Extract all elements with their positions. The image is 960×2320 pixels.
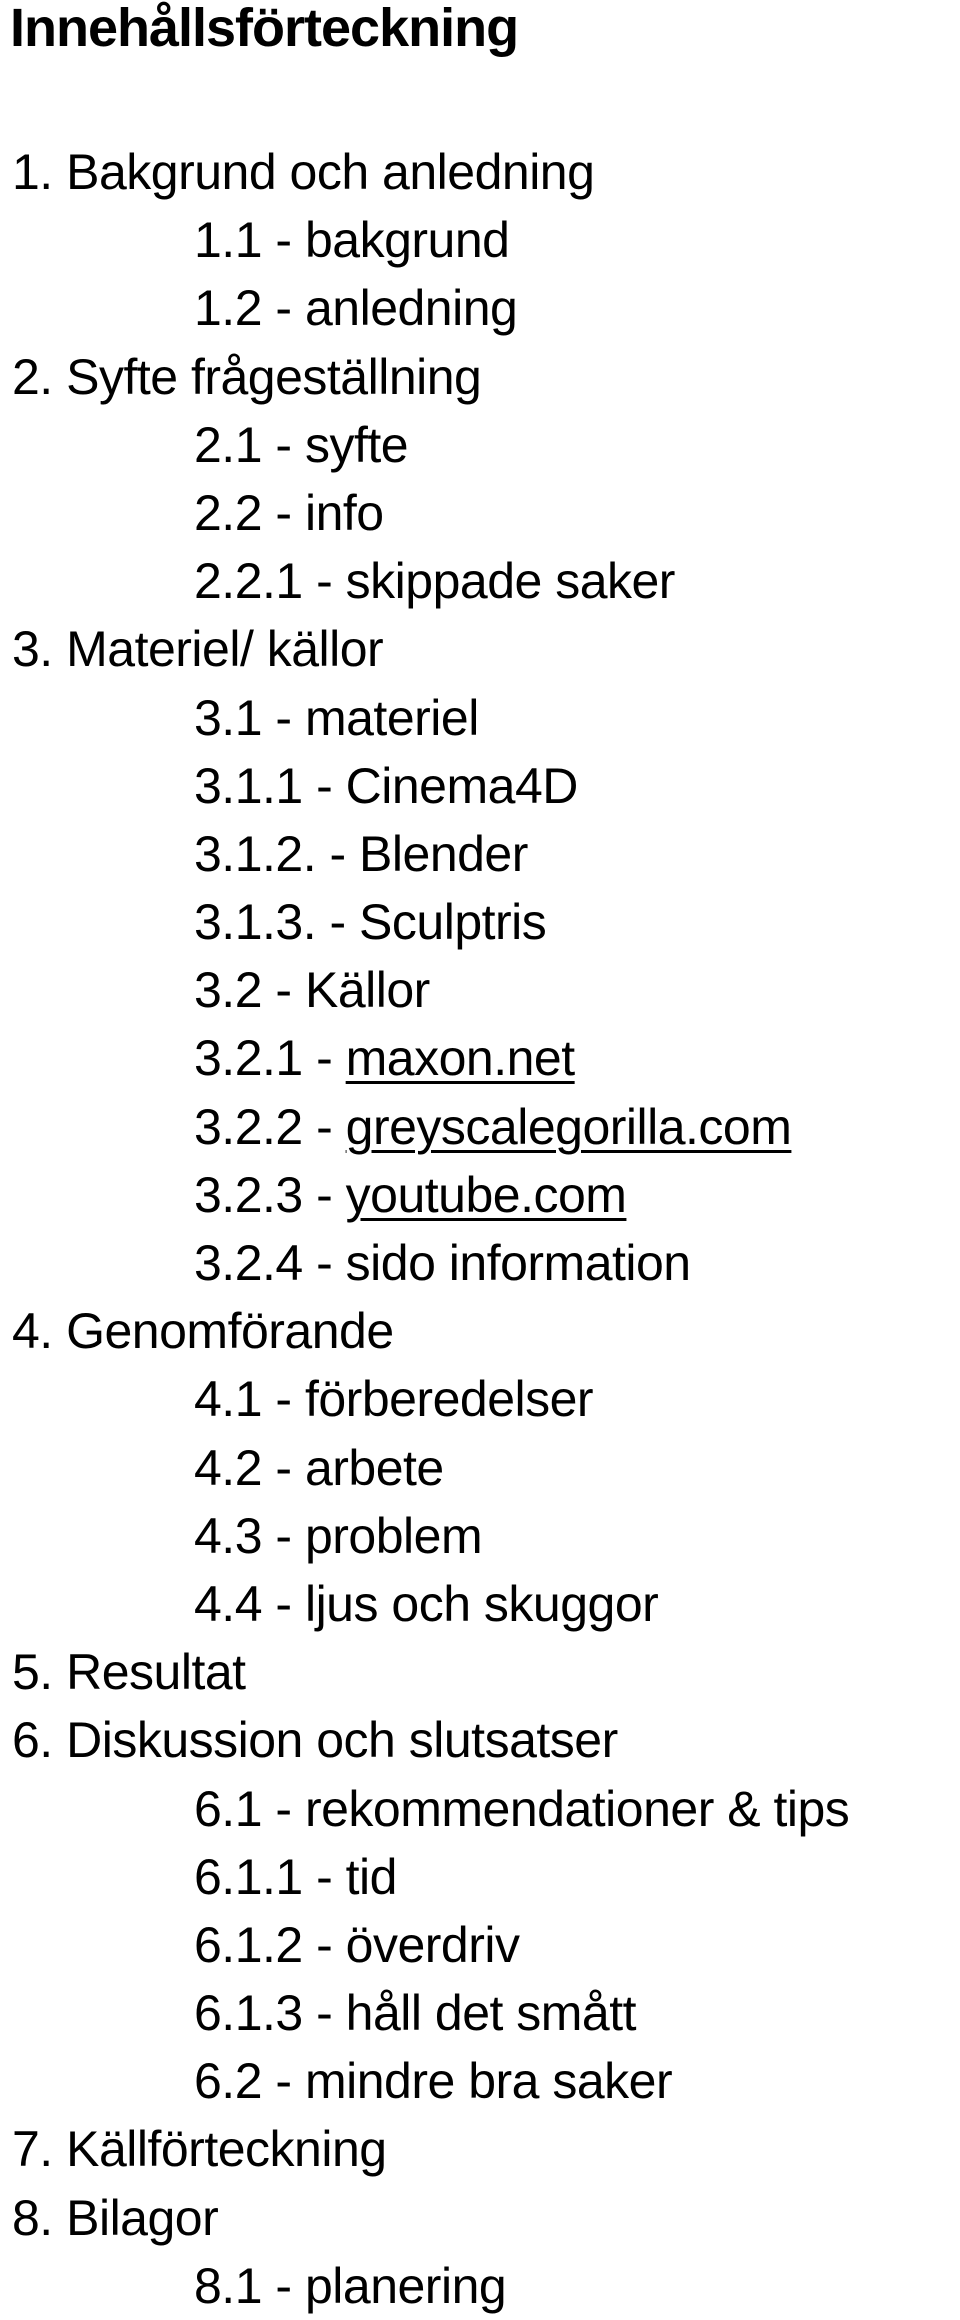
toc-section: 5. Resultat	[0, 1638, 849, 1706]
toc-number: 6.2 -	[194, 2053, 292, 2110]
toc-number: 3.2.4 -	[194, 1235, 333, 1291]
toc-label: håll det smått	[345, 1985, 637, 2042]
toc-label: sido information	[345, 1235, 691, 1291]
toc-subsection: 8.1 - planering	[0, 2252, 849, 2320]
toc-number: 2.1 -	[194, 416, 292, 473]
toc-label: bakgrund	[304, 212, 510, 269]
toc-section: 3. Materiel/ källor	[0, 615, 849, 683]
toc-number: 5.	[12, 1644, 53, 1701]
toc-number: 1.	[12, 144, 53, 200]
toc-label: problem	[304, 1507, 483, 1564]
toc-subsection: 3.2.4 - sido information	[0, 1229, 849, 1297]
toc-label: Genomförande	[66, 1303, 394, 1360]
toc-subsection: 4.1 - förberedelser	[0, 1365, 849, 1433]
toc-label: info	[304, 484, 384, 541]
toc-number: 8.1 -	[194, 2257, 292, 2314]
toc-number: 3.	[12, 621, 53, 678]
toc-number: 6.1 -	[194, 1780, 292, 1837]
toc-label: Cinema4D	[345, 757, 579, 814]
toc-number: 4.2 -	[194, 1439, 292, 1496]
toc-subsection: 4.3 - problem	[0, 1502, 849, 1570]
toc-subsection: 4.2 - arbete	[0, 1434, 849, 1502]
toc-number: 3.1.2. -	[194, 825, 346, 882]
toc-label: arbete	[304, 1439, 444, 1496]
toc-subsection: 1.1 - bakgrund	[0, 206, 849, 274]
toc-subsection: 6.1.2 - överdriv	[0, 1911, 849, 1979]
toc-label: rekommendationer & tips	[304, 1780, 850, 1837]
toc-number: 6.1.3 -	[194, 1985, 333, 2042]
toc-number: 3.2.2 -	[194, 1098, 333, 1155]
toc-subsection: 3.1.3. - Sculptris	[0, 888, 849, 956]
toc-number: 1.1 -	[194, 212, 292, 269]
toc-number: 4.	[12, 1303, 53, 1360]
toc-number: 6.	[12, 1712, 53, 1769]
toc-number: 8.	[12, 2189, 53, 2246]
toc-subsection: 3.2.2 - greyscalegorilla.com	[0, 1093, 849, 1161]
toc-label: Källor	[304, 962, 430, 1019]
toc-number: 3.1.3. -	[194, 894, 346, 951]
toc-number: 3.2.3 -	[194, 1166, 333, 1223]
toc-section: 1. Bakgrund och anledning	[0, 138, 849, 206]
toc-subsection: 3.1.2. - Blender	[0, 820, 849, 888]
toc-subsection: 6.1.3 - håll det smått	[0, 1979, 849, 2047]
toc-label: Bilagor	[66, 2189, 219, 2246]
toc-subsection: 3.2.1 - maxon.net	[0, 1024, 849, 1092]
toc-number: 6.1.1 -	[194, 1848, 333, 1905]
toc-number: 6.1.2 -	[194, 1916, 333, 1973]
toc-subsection: 2.2.1 - skippade saker	[0, 547, 849, 615]
toc-subsection: 6.1.1 - tid	[0, 1843, 849, 1911]
toc-link[interactable]: youtube.com	[346, 1167, 627, 1223]
toc-label: Syfte frågeställning	[66, 348, 482, 405]
toc-number: 4.1 -	[194, 1371, 292, 1428]
toc-section: 4. Genomförande	[0, 1297, 849, 1365]
toc-subsection: 4.4 - ljus och skuggor	[0, 1570, 849, 1638]
toc-label: överdriv	[345, 1916, 520, 1973]
toc-number: 1.2 -	[194, 280, 292, 337]
toc-label: skippade saker	[345, 553, 676, 610]
toc-label: Sculptris	[359, 894, 547, 951]
toc-label: syfte	[304, 416, 409, 473]
toc-subsection: 3.2 - Källor	[0, 956, 849, 1024]
toc-subsection: 2.1 - syfte	[0, 411, 849, 479]
toc-number: 2.2 -	[194, 484, 292, 541]
toc-label: Källförteckning	[66, 2121, 387, 2178]
toc-label: mindre bra saker	[304, 2053, 673, 2110]
toc-number: 4.4 -	[194, 1575, 292, 1632]
toc-subsection: 3.1 - materiel	[0, 684, 849, 752]
toc-subsection: 2.2 - info	[0, 479, 849, 547]
toc-number: 3.2.1 -	[194, 1030, 333, 1087]
toc-label: materiel	[304, 689, 479, 746]
toc-section: 8. Bilagor	[0, 2184, 849, 2252]
toc-number: 7.	[12, 2121, 53, 2178]
toc-subsection: 6.2 - mindre bra saker	[0, 2047, 849, 2115]
toc-number: 3.1 -	[194, 689, 292, 746]
toc-section: 7. Källförteckning	[0, 2115, 849, 2183]
toc-label: Blender	[359, 825, 528, 882]
toc-link[interactable]: greyscalegorilla.com	[346, 1099, 792, 1155]
toc-label: planering	[304, 2257, 507, 2314]
toc-label: förberedelser	[304, 1371, 594, 1428]
toc-number: 2.2.1 -	[194, 553, 333, 610]
toc-number: 3.2 -	[194, 962, 292, 1019]
toc-subsection: 3.2.3 - youtube.com	[0, 1161, 849, 1229]
toc-label: Resultat	[66, 1644, 246, 1701]
table-of-contents: 1. Bakgrund och anledning 1.1 - bakgrund 1…	[0, 138, 850, 2320]
toc-label: tid	[345, 1848, 398, 1905]
toc-label: anledning	[304, 280, 518, 337]
toc-subsection: 1.2 - anledning	[0, 274, 849, 342]
page-title: Innehållsförteckning	[10, 0, 519, 58]
toc-label: ljus och skuggor	[304, 1575, 659, 1632]
toc-label: Diskussion och slutsatser	[66, 1712, 618, 1769]
toc-label: Materiel/ källor	[66, 621, 384, 678]
toc-subsection: 6.1 - rekommendationer & tips	[0, 1775, 850, 1843]
toc-number: 2.	[12, 348, 53, 405]
toc-link[interactable]: maxon.net	[346, 1030, 575, 1086]
toc-section: 6. Diskussion och slutsatser	[0, 1706, 849, 1774]
toc-subsection: 3.1.1 - Cinema4D	[0, 752, 849, 820]
toc-number: 4.3 -	[194, 1507, 292, 1564]
toc-label: Bakgrund och anledning	[66, 144, 595, 200]
toc-number: 3.1.1 -	[194, 757, 333, 814]
toc-section: 2. Syfte frågeställning	[0, 343, 849, 411]
